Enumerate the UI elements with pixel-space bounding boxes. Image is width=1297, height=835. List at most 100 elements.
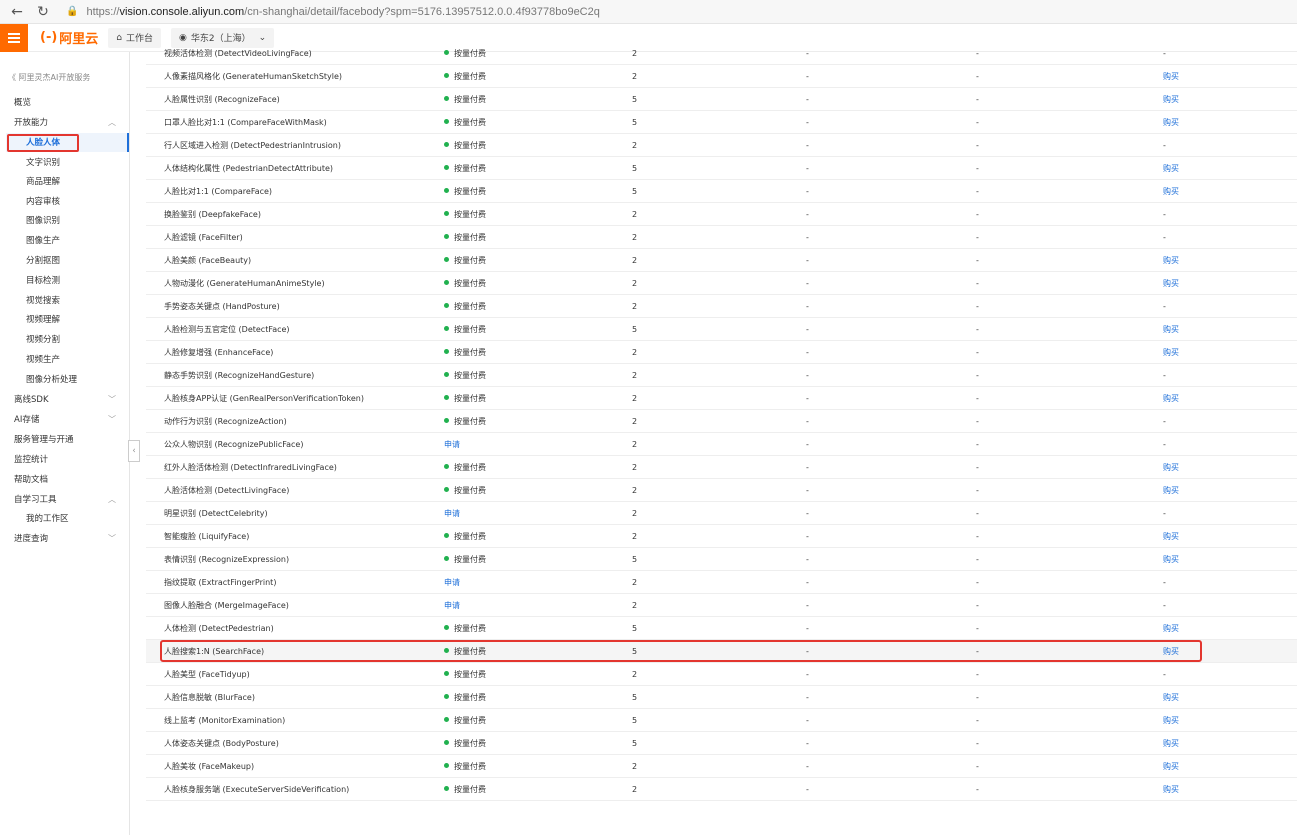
buy-link[interactable]: 购买 <box>1163 111 1179 134</box>
buy-link[interactable]: 购买 <box>1163 387 1179 410</box>
buy-link[interactable]: 购买 <box>1163 180 1179 203</box>
table-row: 人脸滤镜 (FaceFilter) 按量付费 2 - - - <box>146 226 1297 249</box>
capability-name: 口罩人脸比对1:1 (CompareFaceWithMask) <box>164 118 327 127</box>
billing-status: 按量付费 <box>444 157 486 180</box>
buy-link[interactable]: 购买 <box>1163 272 1179 295</box>
billing-status[interactable]: 申请 <box>444 433 460 456</box>
buy-link[interactable]: 购买 <box>1163 732 1179 755</box>
resource-pack-value: - <box>806 256 809 265</box>
buy-link[interactable]: 购买 <box>1163 318 1179 341</box>
buy-placeholder: - <box>1163 578 1166 587</box>
resource-pack-value: - <box>806 762 809 771</box>
buy-link[interactable]: 购买 <box>1163 617 1179 640</box>
sidebar-item[interactable]: 概览 <box>14 94 124 112</box>
billing-label: 按量付费 <box>454 210 486 219</box>
status-dot-icon <box>444 395 449 400</box>
buy-link[interactable]: 购买 <box>1163 249 1179 272</box>
address-bar[interactable]: 🔒 https:// vision.console.aliyun.com /cn… <box>66 2 600 22</box>
sidebar-item[interactable]: 监控统计 <box>14 451 124 469</box>
buy-link[interactable]: 购买 <box>1163 65 1179 88</box>
aliyun-logo[interactable]: (-) 阿里云 <box>40 28 98 47</box>
expiry-value: - <box>976 72 979 81</box>
status-dot-icon <box>444 717 449 722</box>
billing-status: 按量付费 <box>444 272 486 295</box>
buy-placeholder: - <box>1163 302 1166 311</box>
qps-value: 2 <box>632 233 638 242</box>
sidebar-item[interactable]: 商品理解 <box>26 173 136 191</box>
buy-link[interactable]: 购买 <box>1163 709 1179 732</box>
expiry-value: - <box>976 739 979 748</box>
sidebar-item[interactable]: 图像识别 <box>26 212 136 230</box>
sidebar-item[interactable]: AI存储 ﹀ <box>14 411 124 429</box>
qps-value: 5 <box>632 187 638 196</box>
buy-link[interactable]: 购买 <box>1163 525 1179 548</box>
qps-value: 5 <box>632 739 638 748</box>
sidebar-item-label: 商品理解 <box>26 177 61 187</box>
sidebar-item[interactable]: 内容审核 <box>26 193 136 211</box>
apply-link[interactable]: 申请 <box>444 509 460 518</box>
billing-status[interactable]: 申请 <box>444 571 460 594</box>
sidebar-item[interactable]: 分割抠图 <box>26 252 136 270</box>
chevron-down-icon: ⌄ <box>258 32 267 43</box>
sidebar-item[interactable]: 视频理解 <box>26 311 136 329</box>
status-dot-icon <box>444 303 449 308</box>
billing-label: 按量付费 <box>454 417 486 426</box>
billing-status[interactable]: 申请 <box>444 594 460 617</box>
buy-link[interactable]: 购买 <box>1163 157 1179 180</box>
reload-icon[interactable]: ↻ <box>34 3 52 21</box>
sidebar-item[interactable]: 自学习工具 ︿ <box>14 491 124 509</box>
sidebar-item[interactable]: 我的工作区 <box>26 510 136 528</box>
expiry-value: - <box>976 647 979 656</box>
buy-link[interactable]: 购买 <box>1163 686 1179 709</box>
apply-link[interactable]: 申请 <box>444 601 460 610</box>
sidebar-item-label: 视频分割 <box>26 335 61 345</box>
resource-pack-value: - <box>806 532 809 541</box>
apply-link[interactable]: 申请 <box>444 440 460 449</box>
capability-name: 表情识别 (RecognizeExpression) <box>164 555 290 564</box>
apply-link[interactable]: 申请 <box>444 578 460 587</box>
sidebar-item[interactable]: 进度查询 ﹀ <box>14 530 124 548</box>
status-dot-icon <box>444 257 449 262</box>
sidebar-item[interactable]: 目标检测 <box>26 272 136 290</box>
expiry-value: - <box>976 785 979 794</box>
sidebar-item[interactable]: 视觉搜索 <box>26 292 136 310</box>
billing-status[interactable]: 申请 <box>444 502 460 525</box>
billing-label: 按量付费 <box>454 647 486 656</box>
buy-placeholder: - <box>1163 601 1166 610</box>
expiry-value: - <box>976 164 979 173</box>
buy-link[interactable]: 购买 <box>1163 548 1179 571</box>
table-row: 人脸比对1:1 (CompareFace) 按量付费 5 - - 购买 <box>146 180 1297 203</box>
sidebar-item-label: 监控统计 <box>14 455 49 465</box>
billing-label: 按量付费 <box>454 785 486 794</box>
table-row: 线上监考 (MonitorExamination) 按量付费 5 - - 购买 <box>146 709 1297 732</box>
buy-link[interactable]: 购买 <box>1163 88 1179 111</box>
status-dot-icon <box>444 73 449 78</box>
table-row: 表情识别 (RecognizeExpression) 按量付费 5 - - 购买 <box>146 548 1297 571</box>
sidebar-item-label: 视频理解 <box>26 315 61 325</box>
menu-button[interactable] <box>0 23 28 52</box>
sidebar-item[interactable]: 帮助文档 <box>14 471 124 489</box>
sidebar-collapse-handle[interactable]: ‹ <box>128 440 140 462</box>
expiry-value: - <box>976 578 979 587</box>
hamburger-icon <box>8 32 20 43</box>
buy-link[interactable]: 购买 <box>1163 755 1179 778</box>
back-to-service-link[interactable]: 《 阿里灵杰AI开放服务 <box>8 72 90 83</box>
sidebar-item[interactable]: 离线SDK ﹀ <box>14 391 124 409</box>
buy-link[interactable]: 购买 <box>1163 456 1179 479</box>
buy-link[interactable]: 购买 <box>1163 778 1179 801</box>
buy-link[interactable]: 购买 <box>1163 479 1179 502</box>
expiry-value: - <box>976 693 979 702</box>
sidebar-item[interactable]: 视频分割 <box>26 331 136 349</box>
buy-link[interactable]: 购买 <box>1163 341 1179 364</box>
lock-icon: 🔒 <box>66 6 79 17</box>
sidebar-item[interactable]: 图像生产 <box>26 232 136 250</box>
resource-pack-value: - <box>806 72 809 81</box>
sidebar-item[interactable]: 服务管理与开通 <box>14 431 124 449</box>
sidebar-item[interactable]: 文字识别 <box>26 154 136 172</box>
location-icon: ◉ <box>179 32 187 43</box>
sidebar-item[interactable]: 视频生产 <box>26 351 136 369</box>
sidebar-item[interactable]: 图像分析处理 <box>26 371 136 389</box>
buy-link[interactable]: 购买 <box>1163 640 1179 663</box>
back-arrow-icon[interactable]: ← <box>8 3 26 21</box>
sidebar-item[interactable]: 开放能力 ︿ <box>14 114 124 132</box>
